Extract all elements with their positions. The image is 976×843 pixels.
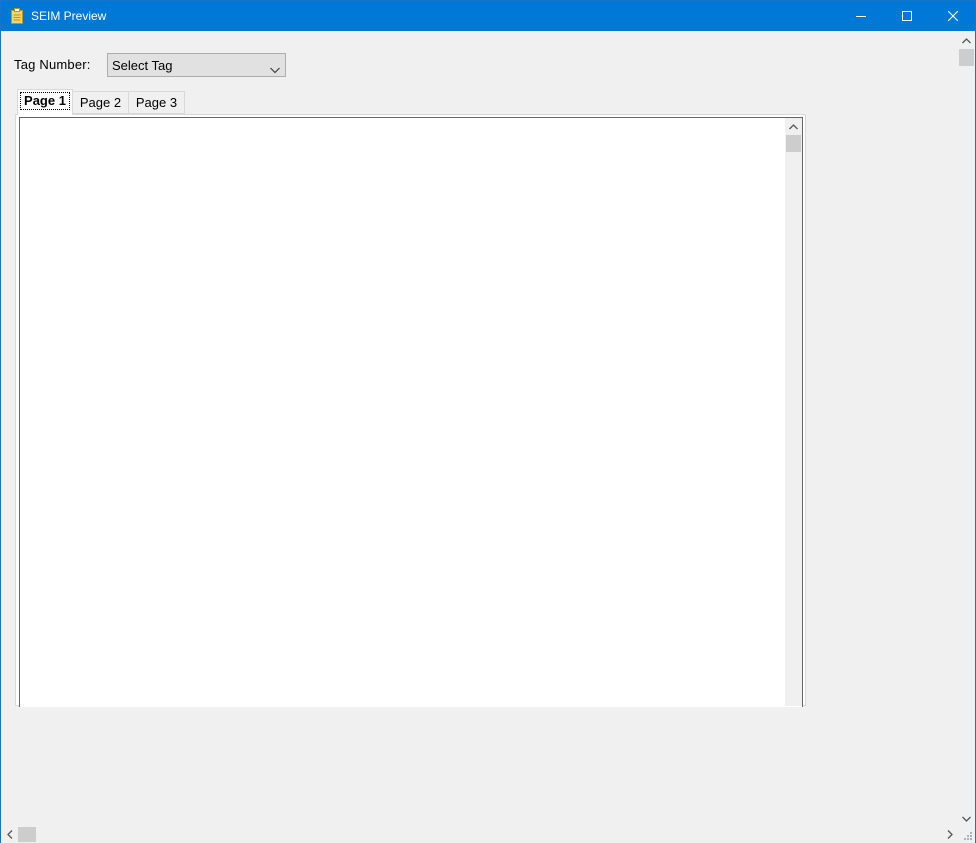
scrollbar-thumb[interactable] (786, 135, 801, 152)
chevron-down-icon (270, 62, 280, 74)
preview-vertical-scrollbar[interactable] (785, 118, 802, 706)
maximize-button[interactable] (884, 1, 930, 31)
scroll-down-button[interactable] (958, 810, 975, 827)
preview-area[interactable] (19, 117, 803, 707)
tag-number-label: Tag Number: (14, 57, 91, 72)
tab-page-1[interactable]: Page 1 (17, 89, 73, 115)
window-horizontal-scrollbar[interactable] (1, 826, 958, 843)
scroll-left-button[interactable] (1, 826, 18, 843)
scroll-up-button[interactable] (958, 32, 975, 49)
chevron-up-icon (789, 123, 798, 129)
chevron-left-icon (6, 830, 12, 839)
tab-page-3[interactable]: Page 3 (128, 91, 185, 114)
close-icon (948, 11, 958, 21)
title-bar[interactable]: SEIM Preview (1, 1, 975, 31)
window-title: SEIM Preview (31, 9, 107, 23)
resize-grip-icon (964, 832, 972, 840)
resize-grip[interactable] (958, 826, 975, 843)
window-vertical-scrollbar[interactable] (958, 32, 975, 827)
minimize-icon (856, 16, 866, 17)
scrollbar-thumb[interactable] (18, 827, 36, 842)
tab-label: Page 2 (79, 95, 122, 110)
close-button[interactable] (930, 1, 976, 31)
chevron-down-icon (962, 816, 971, 822)
tab-label: Page 3 (135, 95, 178, 110)
scroll-up-button[interactable] (785, 118, 802, 135)
scrollbar-thumb[interactable] (959, 49, 974, 66)
app-window: SEIM Preview Tag Number: Select Tag Page… (0, 0, 976, 843)
minimize-button[interactable] (838, 1, 884, 31)
scroll-right-button[interactable] (941, 826, 958, 843)
tag-select[interactable]: Select Tag (107, 53, 286, 77)
chevron-up-icon (962, 37, 971, 43)
clipboard-icon (11, 8, 23, 24)
tab-label: Page 1 (20, 92, 70, 110)
tag-select-value: Select Tag (112, 58, 173, 73)
maximize-icon (902, 11, 912, 21)
tab-page-2[interactable]: Page 2 (73, 91, 129, 114)
chevron-right-icon (947, 830, 953, 839)
tab-panel (15, 114, 806, 707)
